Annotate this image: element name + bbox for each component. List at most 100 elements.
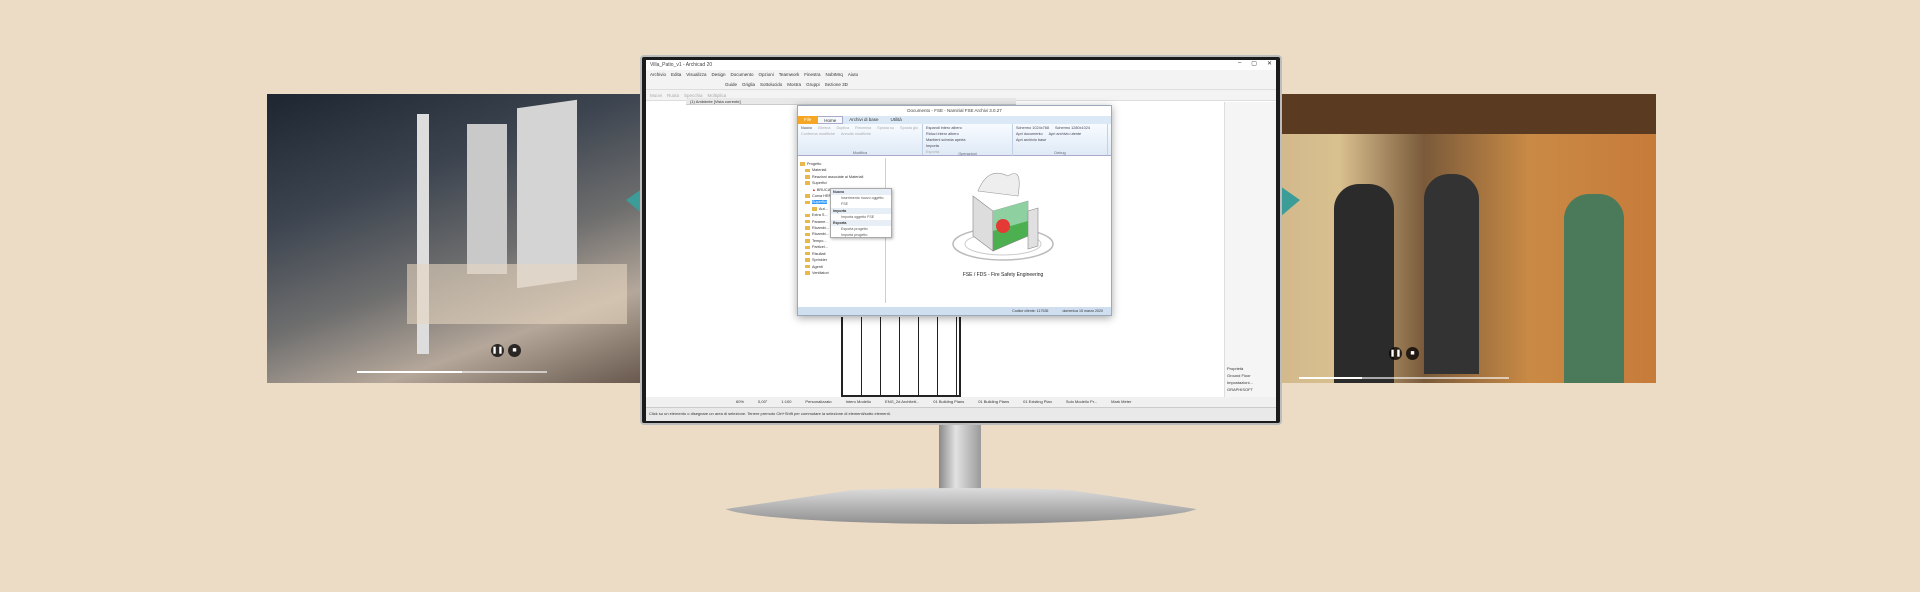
mvo-2[interactable]: 01 Building Plans	[978, 397, 1009, 407]
group-label: Debug	[1054, 151, 1066, 155]
dialog-status-bar: Codice cliente: 117535 domenica 15 marzo…	[798, 307, 1111, 315]
group-debug: Schermo 1024x768 Schermo 1280x1024 Apri …	[1013, 124, 1108, 155]
tab-file[interactable]: File	[798, 116, 818, 124]
monitor-stand-base	[722, 488, 1200, 524]
mostra-button[interactable]: Mostra	[787, 79, 801, 89]
tab-archivi-di-base[interactable]: Archivi di base	[843, 116, 884, 124]
importa-button[interactable]: Importa	[926, 144, 965, 148]
fse-logo-illustration	[952, 172, 1054, 261]
floor-field[interactable]: Ground Floor	[1227, 372, 1253, 379]
person	[1564, 194, 1624, 383]
fse-dialog: Documento - FSE - Namirial FSE Archivi 3…	[797, 105, 1112, 316]
window-controls: – ▢ ✕	[1238, 60, 1272, 67]
menu-teamwork[interactable]: Teamwork	[779, 70, 800, 79]
annulla-modifiche-button[interactable]: Annulla modifiche	[841, 132, 871, 136]
espandi-button[interactable]: Espandi intero albero	[926, 126, 965, 130]
navigator-panel: Proprietà Ground Floor Impostazioni... G…	[1224, 102, 1276, 397]
standard-toolbar: Guide Griglia Sottolucido Mostra Gruppi …	[646, 79, 1276, 90]
wall	[517, 99, 577, 289]
guide-button[interactable]: Guide	[725, 79, 737, 89]
stop-button[interactable]: ■	[1406, 347, 1419, 360]
sposta-su-button[interactable]: Sposta su	[877, 126, 894, 130]
monitor-stand-neck	[939, 425, 981, 490]
menu-documento[interactable]: Documento	[730, 70, 753, 79]
sezione-3d-button[interactable]: Sezione 3D	[825, 79, 848, 89]
floor	[407, 264, 627, 324]
right-video-controls: ❚❚ ■	[1389, 347, 1419, 360]
griglia-button[interactable]: Griglia	[742, 79, 755, 89]
menu-visualizza[interactable]: Visualizza	[686, 70, 706, 79]
client-code: Codice cliente: 117535	[1012, 309, 1049, 313]
riduci-button[interactable]: Riduci intero albero	[926, 132, 965, 136]
rinomina-button[interactable]: Rinomina	[855, 126, 871, 130]
left-video-3d-building[interactable]: ❚❚ ■	[267, 94, 687, 383]
graphisoft-logo: GRAPHISOFT	[1227, 387, 1254, 392]
minimize-button[interactable]: –	[1238, 60, 1241, 67]
elimina-button[interactable]: Elimina	[818, 126, 830, 130]
right-video-progress[interactable]	[1299, 377, 1509, 379]
stop-button[interactable]: ■	[508, 344, 521, 357]
menu-addon[interactable]: NobIMrq	[826, 70, 843, 79]
person	[1424, 174, 1479, 374]
settings-button[interactable]: Impostazioni...	[1227, 379, 1253, 386]
ribbon-tabs: File Home Archivi di base Utilità	[798, 116, 1111, 124]
pause-button[interactable]: ❚❚	[1389, 347, 1402, 360]
floor-plan-drawing	[841, 317, 961, 397]
mantieni-checkbox[interactable]: Mantieni scheda aperta	[926, 138, 965, 142]
group-label: Modifica	[852, 151, 868, 155]
tab-home[interactable]: Home	[817, 116, 844, 124]
conferma-modifiche-button[interactable]: Conferma modifiche	[801, 132, 835, 136]
quick-options-bar: 60% 0,00° 1:100 Personalizzato Intero Mo…	[646, 397, 1276, 407]
menu-aiuto[interactable]: Aiuto	[848, 70, 858, 79]
schermo-1024-button[interactable]: Schermo 1024x768	[1016, 126, 1049, 130]
close-button[interactable]: ✕	[1267, 60, 1272, 67]
renovation-filter[interactable]: 01 Existing Plan	[1023, 397, 1052, 407]
ruota-button[interactable]: Ruota	[667, 90, 679, 100]
context-item-importa-progetto[interactable]: Importa progetto	[831, 232, 891, 238]
left-video-progress[interactable]	[357, 371, 547, 373]
group-operazioni: Espandi intero albero Riduci intero albe…	[923, 124, 1013, 156]
context-item-inserimento[interactable]: Inserimento nuovo oggetto FSE	[831, 195, 891, 207]
layer-combo[interactable]: Personalizzato	[805, 397, 831, 407]
properties-label: Proprietà	[1227, 366, 1244, 371]
pen-set[interactable]: ENG_2d Architett...	[885, 397, 919, 407]
apri-archivio-utente-button[interactable]: Apri archivio utente	[1049, 132, 1082, 136]
maximize-button[interactable]: ▢	[1251, 60, 1257, 67]
group-label: Operazioni	[958, 152, 977, 156]
group-modifica: Nuovo Elimina Duplica Rinomina Sposta su…	[798, 124, 923, 155]
model-view[interactable]: Intero Modello	[846, 397, 871, 407]
sottolucido-button[interactable]: Sottolucido	[760, 79, 782, 89]
apri-archivio-base-button[interactable]: Apri archivio base	[1016, 138, 1046, 142]
zoom-value[interactable]: 60%	[736, 397, 744, 407]
ribbon: Nuovo Elimina Duplica Rinomina Sposta su…	[798, 124, 1111, 156]
menu-finestra[interactable]: Finestra	[804, 70, 820, 79]
muovi-button[interactable]: Muovi	[650, 90, 662, 100]
menu-opzioni[interactable]: Opzioni	[759, 70, 774, 79]
sposta-giu-button[interactable]: Sposta giù	[900, 126, 918, 130]
apri-documento-button[interactable]: Apri documento	[1016, 132, 1043, 136]
view-tab[interactable]: (1) Ambiente [Vista corrente]	[686, 98, 1016, 105]
menu-archivio[interactable]: Archivio	[650, 70, 666, 79]
tree-item[interactable]: Ventilatori	[800, 270, 883, 276]
menu-bar: Archivio Edita Visualizza Design Documen…	[646, 70, 1276, 79]
menu-design[interactable]: Design	[711, 70, 725, 79]
window-title: Villa_Patio_v1 - Archicad 20	[646, 60, 1276, 70]
person	[1334, 184, 1394, 383]
nuovo-button[interactable]: Nuovo	[801, 126, 812, 130]
menu-edita[interactable]: Edita	[671, 70, 681, 79]
scale-value[interactable]: 1:100	[781, 397, 791, 407]
tab-utilita[interactable]: Utilità	[885, 116, 908, 124]
mvo-1[interactable]: 01 Building Plans	[933, 397, 964, 407]
fse-caption: FSE / FDS - Fire Safety Engineering	[962, 272, 1044, 278]
gruppi-button[interactable]: Gruppi	[806, 79, 820, 89]
pause-button[interactable]: ❚❚	[491, 344, 504, 357]
status-bar: Click su un elemento o disegnare un area…	[646, 407, 1276, 421]
duplica-button[interactable]: Duplica	[836, 126, 849, 130]
schermo-1280-button[interactable]: Schermo 1280x1024	[1055, 126, 1090, 130]
dimension-standard[interactable]: Mark Meter	[1111, 397, 1131, 407]
left-video-controls: ❚❚ ■	[491, 344, 521, 357]
angle-value[interactable]: 0,00°	[758, 397, 767, 407]
structure-display[interactable]: Solo Modello Pr...	[1066, 397, 1097, 407]
dialog-title: Documento - FSE - Namirial FSE Archivi 3…	[798, 106, 1111, 116]
wall	[467, 124, 507, 274]
